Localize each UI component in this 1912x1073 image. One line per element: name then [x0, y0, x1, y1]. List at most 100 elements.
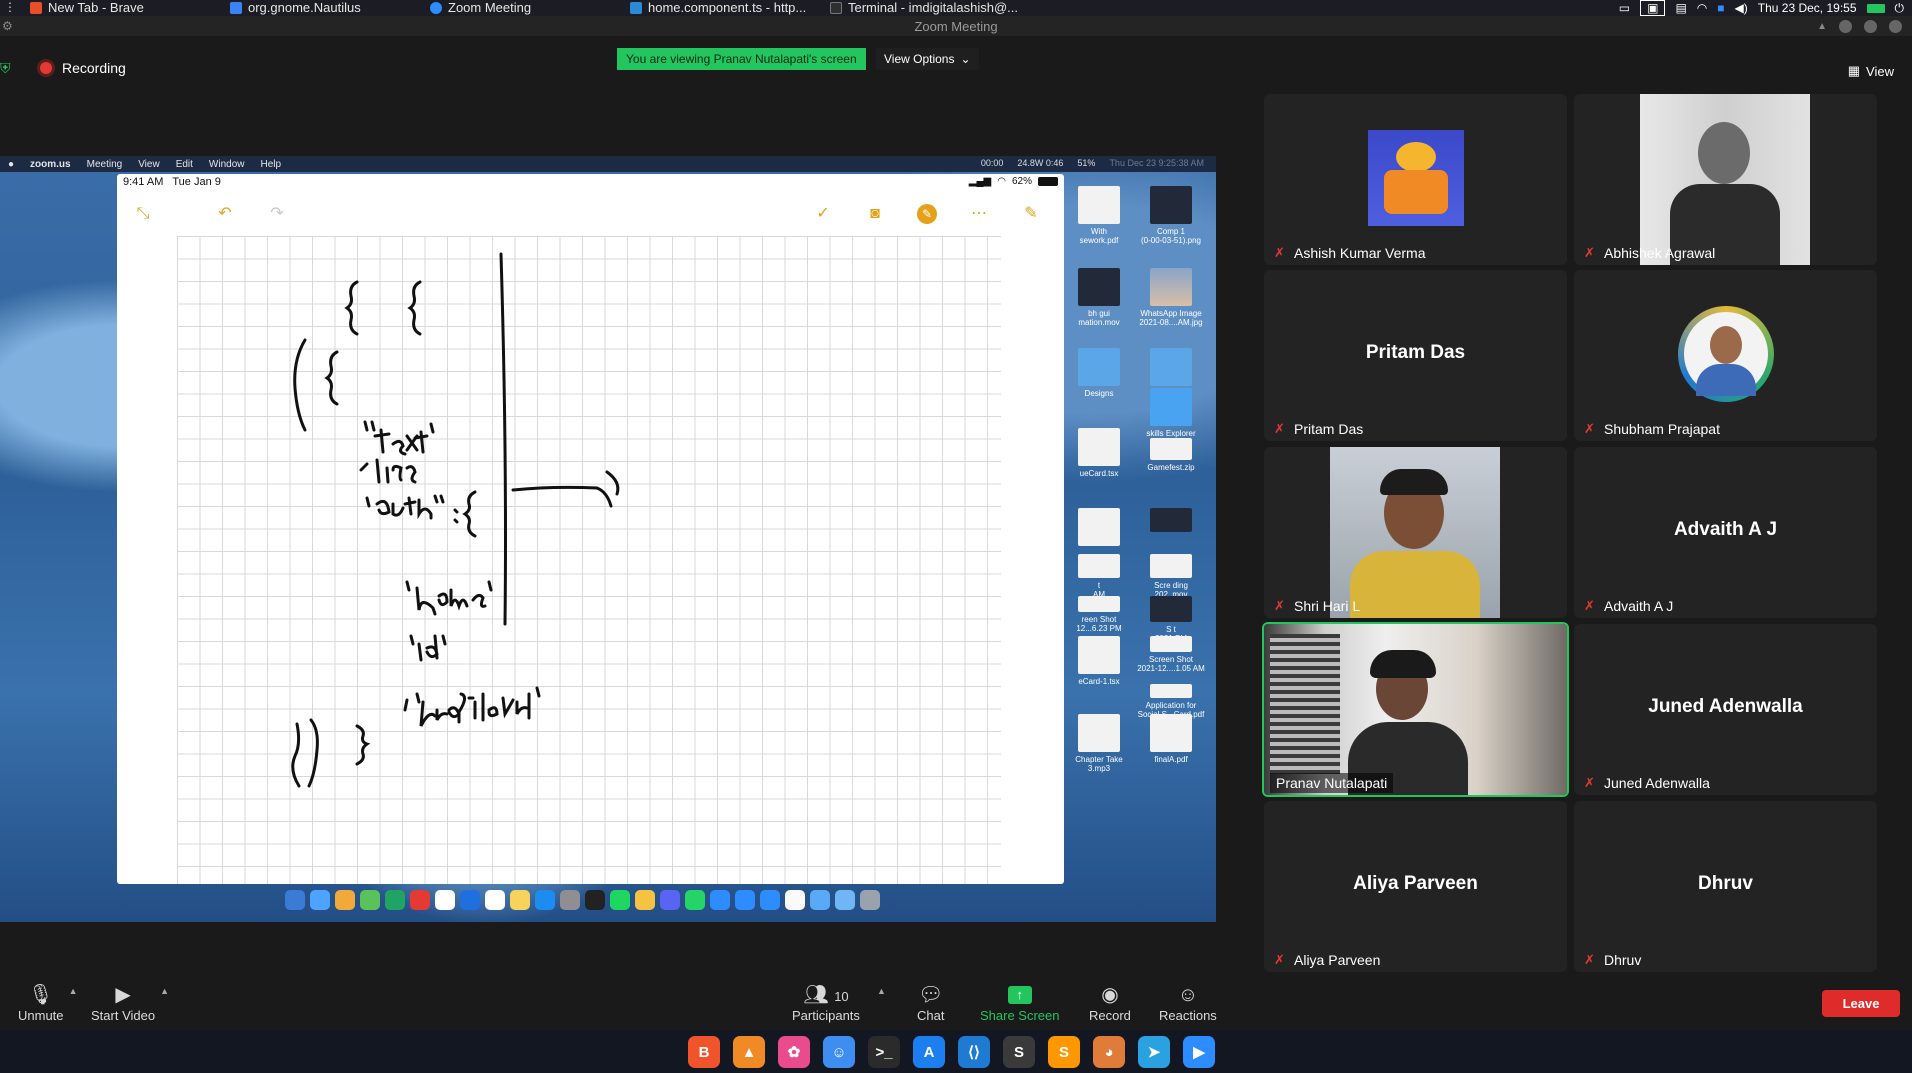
- activities-icon[interactable]: ⋮: [4, 0, 16, 14]
- window-title: Zoom Meeting: [914, 19, 998, 34]
- sublime-icon[interactable]: S: [1048, 1036, 1080, 1068]
- muted-mic-icon: ✗: [1584, 421, 1595, 436]
- avatar: [1640, 94, 1810, 265]
- participant-tile[interactable]: Aliya Parveen ✗ Aliya Parveen: [1264, 801, 1567, 972]
- zoom-icon[interactable]: ▶: [1183, 1036, 1215, 1068]
- brave-icon: [30, 2, 42, 14]
- desktop-file[interactable]: ueCard.tsx: [1064, 428, 1134, 478]
- muted-mic-icon: ✗: [1584, 775, 1595, 790]
- desktop-file[interactable]: t AM: [1064, 554, 1134, 599]
- taskbar-tab-zoom[interactable]: Zoom Meeting: [430, 0, 531, 16]
- participant-tile[interactable]: Juned Adenwalla ✗ Juned Adenwalla: [1574, 624, 1877, 795]
- terminal-icon[interactable]: >_: [868, 1036, 900, 1068]
- mac-dock-app-icon: [710, 890, 730, 910]
- participant-tile[interactable]: Pritam Das ✗ Pritam Das: [1264, 270, 1567, 441]
- vscode-icon: [630, 2, 642, 14]
- desktop-file[interactable]: Scre ding 202 .mov: [1136, 554, 1206, 599]
- participant-label: ✗ Shubham Prajapat: [1584, 421, 1720, 437]
- participant-tile[interactable]: ✗ Shri Hari L: [1264, 447, 1567, 618]
- desktop-file[interactable]: Gamefest.zip: [1136, 438, 1206, 472]
- participant-tile[interactable]: ✗ Abhishek Agrawal: [1574, 94, 1877, 265]
- encryption-shield-icon[interactable]: ⛨: [0, 60, 14, 76]
- shared-screen: ● zoom.us Meeting View Edit Window Help …: [0, 156, 1216, 922]
- desktop-folder[interactable]: [1136, 348, 1206, 389]
- view-options-button[interactable]: View Options ⌄: [876, 48, 979, 70]
- clock[interactable]: Thu 23 Dec, 19:55: [1758, 1, 1857, 15]
- close-button[interactable]: [1889, 20, 1902, 33]
- vlc-icon[interactable]: ▲: [733, 1036, 765, 1068]
- reactions-button[interactable]: ☺ Reactions: [1159, 982, 1217, 1023]
- file-thumbnail: [1078, 186, 1120, 224]
- grid-view-icon: ▦: [1847, 63, 1861, 78]
- notes-icon[interactable]: ▤: [1675, 1, 1686, 15]
- record-button[interactable]: ◉ Record: [1089, 982, 1131, 1023]
- inkscape-icon[interactable]: S: [1003, 1036, 1035, 1068]
- desktop-file[interactable]: With sework.pdf: [1064, 186, 1134, 245]
- volume-icon[interactable]: ◀): [1735, 1, 1748, 15]
- mac-dock-app-icon: [560, 890, 580, 910]
- photos-icon[interactable]: ✿: [778, 1036, 810, 1068]
- app-icon[interactable]: ◕: [1093, 1036, 1125, 1068]
- mac-dock-app-icon: [410, 890, 430, 910]
- minimize-button[interactable]: [1839, 20, 1852, 33]
- appstore-icon[interactable]: A: [913, 1036, 945, 1068]
- power-icon[interactable]: ⏻: [1895, 1, 1905, 16]
- mac-dock-app-icon: [435, 890, 455, 910]
- desktop-file[interactable]: [1064, 508, 1134, 549]
- leave-button[interactable]: Leave: [1822, 990, 1900, 1017]
- folder-icon: [1078, 348, 1120, 386]
- share-screen-button[interactable]: ↑ Share Screen: [980, 982, 1060, 1023]
- screen-icon[interactable]: ▣: [1640, 0, 1666, 16]
- react-file-icon: [1078, 428, 1120, 466]
- desktop-file[interactable]: Chapter Take 3.mp3: [1064, 714, 1134, 773]
- participant-tile[interactable]: Dhruv ✗ Dhruv: [1574, 801, 1877, 972]
- participant-tile-active-speaker[interactable]: Pranav Nutalapati: [1262, 622, 1569, 797]
- desktop-file[interactable]: bh gui mation.mov: [1064, 268, 1134, 327]
- participant-tile[interactable]: ✗ Shubham Prajapat: [1574, 270, 1877, 441]
- desktop-file[interactable]: [1136, 508, 1206, 535]
- mac-dock-app-icon: [510, 890, 530, 910]
- desktop-file[interactable]: Comp 1 (0-00-03-51).png: [1136, 186, 1206, 245]
- mac-dock-app-icon: [310, 890, 330, 910]
- desktop-folder[interactable]: Designs: [1064, 348, 1134, 398]
- muted-mic-icon: ✗: [1274, 598, 1285, 613]
- mac-dock-app-icon: [385, 890, 405, 910]
- desktop-file[interactable]: Screen Shot 2021-12....1.05 AM: [1136, 636, 1206, 673]
- taskbar-tab-vscode[interactable]: home.component.ts - http...: [630, 0, 806, 16]
- window-title-bar: ⚙ Zoom Meeting ▲: [0, 16, 1912, 36]
- taskbar-tab-brave[interactable]: New Tab - Brave: [30, 0, 144, 16]
- view-button[interactable]: ▦ View: [1840, 60, 1902, 82]
- telegram-icon[interactable]: ➤: [1138, 1036, 1170, 1068]
- vscode-icon[interactable]: ⟨⟩: [958, 1036, 990, 1068]
- participant-display-name: Dhruv: [1698, 873, 1753, 894]
- recording-label[interactable]: Recording: [62, 60, 126, 76]
- maximize-button[interactable]: [1864, 20, 1877, 33]
- chevron-up-icon[interactable]: ▲: [69, 986, 78, 996]
- desktop-file[interactable]: eCard-1.tsx: [1064, 636, 1134, 686]
- desktop-file[interactable]: WhatsApp Image 2021-08....AM.jpg: [1136, 268, 1206, 327]
- wifi-icon[interactable]: ◠: [1697, 1, 1707, 15]
- keep-above-icon[interactable]: ▲: [1817, 21, 1827, 32]
- chevron-down-icon: ⌄: [960, 52, 971, 66]
- taskbar-tab-nautilus[interactable]: org.gnome.Nautilus: [230, 0, 361, 16]
- participants-button[interactable]: 👥︎ 10 Participants ▲: [792, 982, 886, 1023]
- taskbar-tab-terminal[interactable]: Terminal - imdigitalashish@...: [830, 0, 1018, 16]
- desktop-file[interactable]: reen Shot 12...6.23 PM: [1064, 596, 1134, 633]
- music-file-icon: [1078, 714, 1120, 752]
- desktop-file[interactable]: finalA.pdf: [1136, 714, 1206, 764]
- finder-icon[interactable]: ☺: [823, 1036, 855, 1068]
- system-top-bar: ⋮ New Tab - Brave org.gnome.Nautilus Zoo…: [0, 0, 1912, 16]
- chevron-up-icon[interactable]: ▲: [877, 986, 886, 996]
- participant-tile[interactable]: Advaith A J ✗ Advaith A J: [1574, 447, 1877, 618]
- brave-icon[interactable]: B: [688, 1036, 720, 1068]
- meeting-controls-bar: 🎙︎ Unmute ▲ ▶ Start Video ▲ 👥︎ 10 Partic…: [0, 978, 1912, 1030]
- unmute-button[interactable]: 🎙︎ Unmute ▲: [18, 982, 78, 1023]
- participant-tile[interactable]: ✗ Ashish Kumar Verma: [1264, 94, 1567, 265]
- mac-dock-app-icon: [860, 890, 880, 910]
- chevron-up-icon[interactable]: ▲: [160, 986, 169, 996]
- start-video-button[interactable]: ▶ Start Video ▲: [91, 982, 169, 1023]
- window-icon[interactable]: ▭: [1619, 1, 1630, 15]
- zoom-tray-icon[interactable]: ■: [1717, 1, 1724, 15]
- chat-button[interactable]: 💬︎ Chat: [917, 982, 944, 1023]
- file-thumbnail: [1078, 268, 1120, 306]
